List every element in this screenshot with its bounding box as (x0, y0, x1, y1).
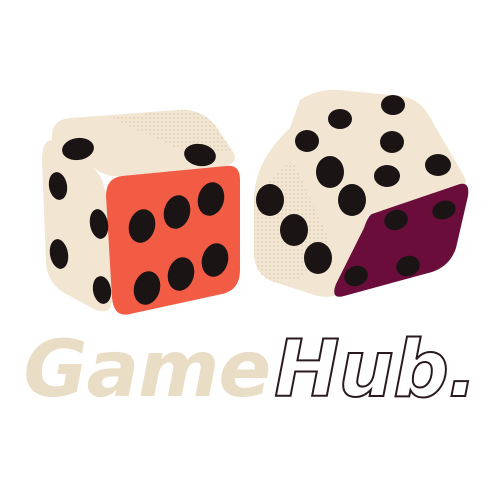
brand-word-hub: Hub. (273, 324, 478, 416)
brand-wordmark: Game Hub. (0, 322, 500, 418)
dice-logo (42, 89, 469, 315)
brand-word-game: Game (23, 325, 271, 415)
right-die-icon (254, 89, 469, 297)
left-die-icon (42, 109, 240, 315)
